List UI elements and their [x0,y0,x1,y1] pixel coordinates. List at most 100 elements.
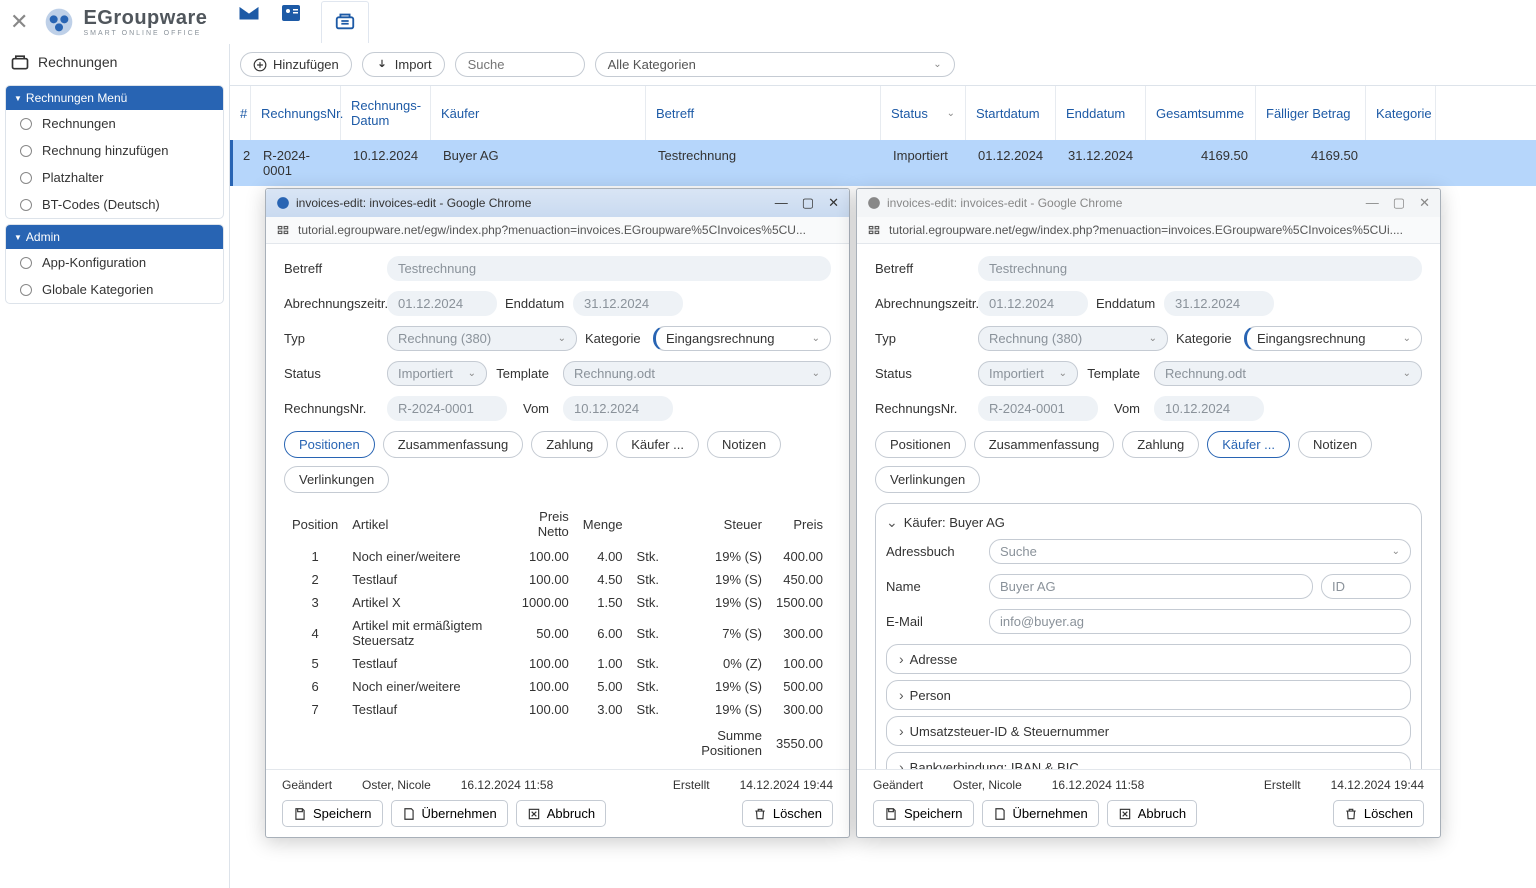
input-startdate[interactable]: 01.12.2024 [387,291,497,316]
select-typ[interactable]: Rechnung (380)⌄ [978,326,1168,351]
col-due[interactable]: Fälliger Betrag [1256,86,1366,140]
mail-icon[interactable] [237,1,261,25]
input-betreff[interactable]: Testrechnung [387,256,831,281]
tab-verlinkungen[interactable]: Verlinkungen [875,466,980,493]
sidebar-item-placeholder[interactable]: Platzhalter [6,164,223,191]
col-num[interactable]: # [230,86,251,140]
select-typ[interactable]: Rechnung (380)⌄ [387,326,577,351]
position-row[interactable]: 4Artikel mit ermäßigtem Steuersatz50.006… [286,615,829,651]
cancel-button[interactable]: Abbruch [516,800,606,827]
col-date[interactable]: Rechnungs-Datum [341,86,431,140]
input-vom[interactable]: 10.12.2024 [563,396,673,421]
tab-zusammenfassung[interactable]: Zusammenfassung [974,431,1115,458]
select-kategorie[interactable]: Eingangsrechnung⌄ [1244,326,1422,351]
tab-kaeufer[interactable]: Käufer ... [616,431,699,458]
input-email[interactable]: info@buyer.ag [989,609,1411,634]
position-row[interactable]: 3Artikel X1000.001.50Stk.19% (S)1500.00 [286,592,829,613]
sidebar-item-btcodes[interactable]: BT-Codes (Deutsch) [6,191,223,218]
col-enddate[interactable]: Enddatum [1056,86,1146,140]
delete-button[interactable]: Löschen [1333,800,1424,827]
select-kategorie[interactable]: Eingangsrechnung⌄ [653,326,831,351]
save-button[interactable]: Speichern [282,800,383,827]
close-icon[interactable]: ✕ [1419,195,1430,211]
save-button[interactable]: Speichern [873,800,974,827]
window-titlebar[interactable]: invoices-edit: invoices-edit - Google Ch… [266,189,849,217]
search-input[interactable] [455,52,585,77]
input-enddate[interactable]: 31.12.2024 [1164,291,1274,316]
label-vom: Vom [1106,401,1146,416]
input-id[interactable]: ID [1321,574,1411,599]
sum-value: 3550.00 [770,722,829,761]
maximize-icon[interactable]: ▢ [802,195,814,211]
add-button[interactable]: Hinzufügen [240,52,352,77]
logo[interactable]: EGroupware SMART ONLINE OFFICE [43,6,207,38]
input-betreff[interactable]: Testrechnung [978,256,1422,281]
tab-positionen[interactable]: Positionen [284,431,375,458]
close-icon[interactable]: ✕ [828,195,839,211]
position-row[interactable]: 6Noch einer/weitere100.005.00Stk.19% (S)… [286,676,829,697]
url-bar[interactable]: tutorial.egroupware.net/egw/index.php?me… [857,217,1440,244]
url-bar[interactable]: tutorial.egroupware.net/egw/index.php?me… [266,217,849,244]
positions-table: Position Artikel Preis Netto Menge Steue… [284,503,831,763]
col-rnr[interactable]: RechnungsNr. [251,86,341,140]
sidebar-item-appconfig[interactable]: App-Konfiguration [6,249,223,276]
accordion-adresse[interactable]: Adresse [886,644,1411,674]
sidebar-section-header[interactable]: Admin [6,225,223,249]
label-template: Template [1086,366,1146,381]
cancel-button[interactable]: Abbruch [1107,800,1197,827]
position-row[interactable]: 1Noch einer/weitere100.004.00Stk.19% (S)… [286,546,829,567]
import-button[interactable]: Import [362,52,445,77]
col-subject[interactable]: Betreff [646,86,881,140]
input-rnr[interactable]: R-2024-0001 [387,396,507,421]
sidebar-item-rechnungen[interactable]: Rechnungen [6,110,223,137]
input-name[interactable]: Buyer AG [989,574,1313,599]
col-status[interactable]: Status⌄ [881,86,966,140]
accordion-bank[interactable]: Bankverbindung: IBAN & BIC [886,752,1411,769]
sidebar-item-add[interactable]: Rechnung hinzufügen [6,137,223,164]
minimize-icon[interactable]: — [1366,195,1379,211]
apply-button[interactable]: Übernehmen [391,800,508,827]
tab-notizen[interactable]: Notizen [707,431,781,458]
tab-verlinkungen[interactable]: Verlinkungen [284,466,389,493]
select-template[interactable]: Rechnung.odt⌄ [1154,361,1422,386]
select-status[interactable]: Importiert⌄ [387,361,487,386]
col-category[interactable]: Kategorie [1366,86,1436,140]
sidebar-item-globalcat[interactable]: Globale Kategorien [6,276,223,303]
position-row[interactable]: 2Testlauf100.004.50Stk.19% (S)450.00 [286,569,829,590]
tab-zusammenfassung[interactable]: Zusammenfassung [383,431,524,458]
minimize-icon[interactable]: — [775,195,788,211]
accordion-person[interactable]: Person [886,680,1411,710]
col-sum[interactable]: Gesamtsumme [1146,86,1256,140]
input-rnr[interactable]: R-2024-0001 [978,396,1098,421]
position-row[interactable]: 7Testlauf100.003.00Stk.19% (S)300.00 [286,699,829,720]
contacts-icon[interactable] [279,1,303,25]
tab-zahlung[interactable]: Zahlung [1122,431,1199,458]
col-buyer[interactable]: Käufer [431,86,646,140]
input-enddate[interactable]: 31.12.2024 [573,291,683,316]
input-startdate[interactable]: 01.12.2024 [978,291,1088,316]
delete-button[interactable]: Löschen [742,800,833,827]
close-icon[interactable]: ✕ [10,9,28,35]
window-titlebar[interactable]: invoices-edit: invoices-edit - Google Ch… [857,189,1440,217]
label-vom: Vom [515,401,555,416]
tab-notizen[interactable]: Notizen [1298,431,1372,458]
category-select[interactable]: Alle Kategorien⌄ [595,52,955,77]
select-status[interactable]: Importiert⌄ [978,361,1078,386]
accordion-ust[interactable]: Umsatzsteuer-ID & Steuernummer [886,716,1411,746]
sidebar-section-menu: Rechnungen Menü Rechnungen Rechnung hinz… [5,85,224,219]
invoices-tab-icon[interactable] [321,1,369,43]
grid-row[interactable]: 2 R-2024-0001 10.12.2024 Buyer AG Testre… [230,140,1536,186]
select-template[interactable]: Rechnung.odt⌄ [563,361,831,386]
buyer-header[interactable]: Käufer: Buyer AG [886,514,1411,539]
col-startdate[interactable]: Startdatum [966,86,1056,140]
apply-button[interactable]: Übernehmen [982,800,1099,827]
invoice-grid: # RechnungsNr. Rechnungs-Datum Käufer Be… [230,85,1536,186]
select-adressbuch[interactable]: Suche⌄ [989,539,1411,564]
sidebar-section-header[interactable]: Rechnungen Menü [6,86,223,110]
tab-positionen[interactable]: Positionen [875,431,966,458]
position-row[interactable]: 5Testlauf100.001.00Stk.0% (Z)100.00 [286,653,829,674]
input-vom[interactable]: 10.12.2024 [1154,396,1264,421]
tab-kaeufer[interactable]: Käufer ... [1207,431,1290,458]
tab-zahlung[interactable]: Zahlung [531,431,608,458]
maximize-icon[interactable]: ▢ [1393,195,1405,211]
